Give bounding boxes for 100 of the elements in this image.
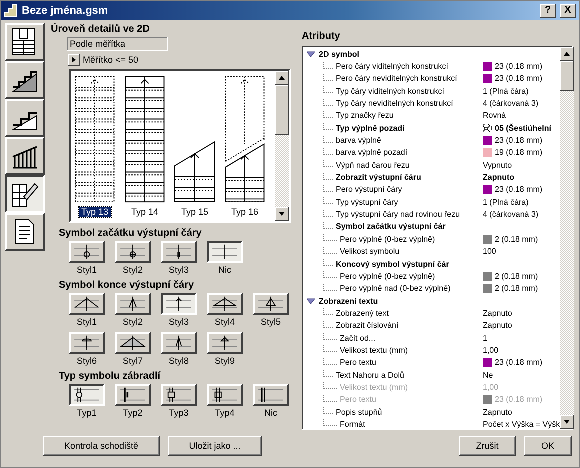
close-button[interactable]: X (560, 4, 576, 18)
walkline-start-icon (210, 244, 240, 260)
save-as-button[interactable]: Uložit jako ... (168, 436, 262, 456)
symbol-option-label: Typ1 (77, 408, 97, 419)
walkline-arrow-icon (164, 335, 194, 351)
attribute-value[interactable]: Rovná (483, 111, 506, 120)
attribute-label: Typ výplně pozadí (336, 124, 405, 133)
attribute-value[interactable]: 1 (Plná čára) (483, 198, 529, 207)
help-button[interactable]: ? (540, 4, 556, 18)
attribute-value[interactable]: Zapnuto (483, 173, 515, 182)
attribute-label: Pero textu (340, 358, 376, 368)
symbol-option-label: Styl2 (122, 265, 143, 276)
attribute-value[interactable]: Zapnuto (483, 308, 512, 318)
symbol-option-label: Styl9 (214, 356, 235, 367)
attribute-label: Zobrazený text (336, 308, 389, 318)
attribute-label: Typ čáry neviditelných konstrukcí (336, 99, 454, 108)
railing-post-icon (72, 387, 102, 403)
attribute-label: Pero textu (340, 395, 376, 404)
triangle-up-icon (564, 51, 570, 57)
symbol-option-button[interactable] (161, 293, 197, 315)
attribute-label: Začít od... (340, 334, 376, 343)
stair-type-label[interactable]: Typ 15 (179, 207, 211, 217)
triangle-up-icon (279, 75, 285, 81)
stair-type-label[interactable]: Typ 16 (229, 207, 261, 217)
attribute-label: Pero výstupní čáry (336, 185, 402, 194)
attribute-value[interactable]: 4 (čárkovaná 3) (483, 210, 539, 220)
walkline-arrow-icon (256, 296, 286, 312)
attribute-value[interactable]: 2 (0.18 mm) (495, 272, 538, 281)
scroll-up-button[interactable] (275, 71, 289, 85)
attribute-label: Typ výstupní čáry nad rovinou řezu (336, 210, 460, 220)
scroll-up-button[interactable] (560, 47, 574, 61)
attribute-value[interactable]: Počet x Výška = Výšk (483, 420, 560, 429)
attribute-label: barva výplně pozadí (336, 148, 408, 158)
attribute-value[interactable]: Zapnuto (483, 321, 512, 330)
scroll-thumb[interactable] (275, 85, 289, 135)
walkline-arrow-icon (118, 335, 148, 351)
symbol-option-button[interactable] (69, 384, 105, 406)
scale-label: Měřítko <= 50 (83, 54, 139, 64)
detail-mode-field[interactable]: Podle měřítka (67, 37, 168, 51)
symbol-option-button[interactable] (207, 241, 243, 263)
attribute-label: Pero výplně (0-bez výplně) (340, 272, 436, 281)
symbol-option-label: Styl1 (76, 265, 97, 276)
walkline-arrow-icon (72, 296, 102, 312)
category-tab[interactable] (5, 175, 45, 213)
symbol-option-label: Typ3 (169, 408, 189, 419)
triangle-down-icon (564, 419, 570, 425)
walkline-start-icon (118, 244, 148, 260)
check-stair-button[interactable]: Kontrola schodiště (43, 436, 160, 456)
cancel-button[interactable]: Zrušit (459, 436, 516, 456)
section-heading: Symbol začátku výstupní čáry (59, 227, 203, 240)
attribute-value[interactable]: Ne (483, 370, 494, 380)
attribute-value[interactable]: 23 (0.18 mm) (495, 185, 543, 194)
attribute-label: Velikost textu (mm) (340, 382, 408, 392)
attribute-label: Pero výplně (0-bez výplně) (340, 234, 436, 244)
expand-triangle-icon[interactable] (307, 298, 315, 305)
attribute-value[interactable]: 23 (0.18 mm) (495, 62, 543, 72)
scrollbar[interactable] (275, 71, 289, 221)
attribute-value[interactable]: 05 (Šestiúhelní (495, 124, 552, 133)
attribute-value[interactable]: 23 (0.18 mm) (495, 74, 543, 84)
attribute-value[interactable]: Vypnuto (483, 160, 512, 170)
scroll-thumb[interactable] (560, 61, 574, 91)
attribute-label: 2D symbol (319, 50, 360, 59)
attribute-value[interactable]: 23 (0.18 mm) (495, 358, 543, 368)
walkline-arrow-icon (164, 296, 194, 312)
attribute-value[interactable]: 2 (0.18 mm) (495, 234, 538, 244)
scroll-down-button[interactable] (560, 415, 574, 429)
attribute-value[interactable]: 1,00 (483, 346, 499, 355)
symbol-option-label: Styl2 (122, 317, 143, 328)
symbol-option-label: Styl7 (122, 356, 143, 367)
walkline-arrow-icon (72, 335, 102, 351)
attribute-label: Pero výplně nad (0-bez výplně) (340, 284, 451, 294)
attribute-label: Velikost textu (mm) (340, 346, 408, 355)
attribute-value[interactable]: 100 (483, 247, 496, 256)
expand-button[interactable] (68, 54, 80, 66)
attribute-label: Výpň nad čarou řezu (336, 160, 410, 170)
symbol-option-label: Styl5 (260, 317, 281, 328)
stair-type-label[interactable]: Typ 14 (129, 207, 161, 217)
walkline-arrow-icon (210, 335, 240, 351)
scroll-down-button[interactable] (275, 207, 289, 221)
railing-post-icon (164, 387, 194, 403)
triangle-down-icon (279, 211, 285, 217)
stair-type-label[interactable]: Typ 13 (79, 207, 111, 217)
section-heading: Symbol konce výstupní čáry (59, 279, 196, 292)
stair-plan-drawing (174, 140, 216, 204)
attribute-value[interactable]: 23 (0.18 mm) (495, 136, 543, 146)
section-heading: Atributy (302, 30, 342, 43)
scrollbar[interactable] (560, 47, 574, 429)
section-heading: Úroveň detailů ve 2D (51, 23, 151, 36)
attribute-label: Typ čáry viditelných konstrukcí (336, 86, 444, 96)
attribute-value[interactable]: 4 (čárkovaná 3) (483, 99, 539, 108)
expand-triangle-icon[interactable] (307, 50, 315, 58)
walkline-arrow-icon (118, 296, 148, 312)
ok-button[interactable]: OK (524, 436, 572, 456)
attribute-value[interactable]: 2 (0.18 mm) (495, 284, 538, 294)
symbol-option-label: Nic (218, 265, 232, 276)
attribute-value[interactable]: 19 (0.18 mm) (495, 148, 543, 158)
attribute-value[interactable]: 1 (483, 334, 488, 343)
attribute-value[interactable]: Zapnuto (483, 408, 512, 417)
attribute-label: Formát (340, 420, 366, 429)
attribute-value[interactable]: 1 (Plná čára) (483, 86, 529, 96)
